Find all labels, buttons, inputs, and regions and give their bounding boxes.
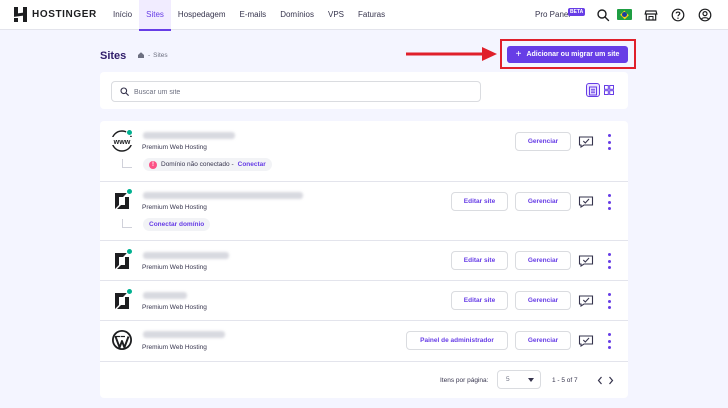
wordpress-icon [112,330,132,350]
main-nav: Início Sites Hospedagem E-mails Domínios… [106,0,392,31]
manage-button[interactable]: Gerenciar [515,251,571,270]
hosting-plan: Premium Web Hosting [142,144,207,151]
more-options-icon[interactable] [606,333,612,349]
nav-item-faturas[interactable]: Faturas [351,0,392,30]
site-row: www Premium Web Hosting ! Domínio não co… [100,121,628,182]
site-check-icon[interactable] [578,134,594,148]
add-button-label: Adicionar ou migrar um site [526,51,620,58]
tree-connector [122,159,132,168]
home-icon[interactable] [137,51,145,59]
breadcrumb: - Sites [137,51,168,59]
top-navigation: HOSTINGER Início Sites Hospedagem E-mail… [0,0,728,31]
chevron-down-icon [528,378,534,382]
status-online-dot [126,188,133,195]
brand-name: HOSTINGER [32,9,97,20]
hostinger-logo[interactable]: HOSTINGER [14,7,97,22]
status-online-dot [126,129,133,136]
more-options-icon[interactable] [606,293,612,309]
hosting-plan: Premium Web Hosting [142,344,207,351]
site-check-icon[interactable] [578,293,594,307]
add-or-migrate-site-button[interactable]: + Adicionar ou migrar um site [507,46,628,63]
site-name-redacted [143,132,235,139]
breadcrumb-current: Sites [153,51,168,59]
chevron-right-icon[interactable] [607,376,615,385]
site-row: Premium Web Hosting Painel de administra… [100,321,628,362]
page-title: Sites [100,50,127,62]
site-name-redacted [143,252,229,259]
beta-badge: BETA [568,8,586,16]
domain-status-chip: ! Domínio não conectado - Conectar [143,158,272,171]
tree-connector [122,219,132,228]
brazil-flag-icon[interactable] [617,9,632,20]
breadcrumb-separator: - [148,51,151,59]
manage-button[interactable]: Gerenciar [515,291,571,310]
warning-icon: ! [149,160,157,169]
nav-item-sites[interactable]: Sites [139,0,171,31]
more-options-icon[interactable] [606,194,612,210]
search-box[interactable] [111,81,481,102]
nav-item-emails[interactable]: E-mails [233,0,274,30]
items-per-page-label: Itens por página: [440,377,489,384]
manage-button[interactable]: Gerenciar [515,192,571,211]
account-icon[interactable] [698,8,712,22]
site-row: Premium Web Hosting Editar site Gerencia… [100,281,628,321]
grid-view-button[interactable] [602,83,616,97]
site-check-icon[interactable] [578,194,594,208]
search-input[interactable] [134,85,464,99]
edit-site-button[interactable]: Editar site [451,192,508,211]
edit-site-button[interactable]: Editar site [451,251,508,270]
domain-not-connected-text: Domínio não conectado - [161,161,234,168]
sites-list: www Premium Web Hosting ! Domínio não co… [100,121,628,398]
hosting-plan: Premium Web Hosting [142,264,207,271]
page-range: 1 - 5 of 7 [552,377,578,384]
site-row: Premium Web Hosting Editar site Gerencia… [100,241,628,281]
manage-button[interactable]: Gerenciar [515,132,571,151]
plus-icon: + [515,48,522,60]
admin-panel-button[interactable]: Painel de administrador [406,331,508,350]
site-check-icon[interactable] [578,333,594,347]
nav-item-inicio[interactable]: Início [106,0,139,30]
list-view-button[interactable] [586,83,600,97]
hostinger-logo-icon [14,7,27,22]
edit-site-button[interactable]: Editar site [451,291,508,310]
help-icon[interactable] [671,8,685,22]
nav-item-vps[interactable]: VPS [321,0,351,30]
search-card [100,72,628,109]
nav-item-hospedagem[interactable]: Hospedagem [171,0,233,30]
items-per-page-select[interactable]: 5 [497,370,541,389]
chevron-left-icon[interactable] [596,376,604,385]
svg-text:www: www [113,137,131,146]
more-options-icon[interactable] [606,134,612,150]
site-name-redacted [143,331,225,338]
site-check-icon[interactable] [578,253,594,267]
manage-button[interactable]: Gerenciar [515,331,571,350]
status-online-dot [126,248,133,255]
red-arrow-annotation [406,47,497,61]
hosting-plan: Premium Web Hosting [142,204,207,211]
store-icon[interactable] [644,8,658,22]
connect-domain-label: Conectar domínio [149,221,205,228]
site-name-redacted [143,192,303,199]
connect-domain-link[interactable]: Conectar [238,161,266,168]
grid-view-icon [604,85,614,95]
search-icon[interactable] [596,8,610,22]
search-icon [120,87,129,96]
pro-panel-link[interactable]: Pro Panel [535,10,570,19]
site-row: Premium Web Hosting Conectar domínio Edi… [100,182,628,241]
hosting-plan: Premium Web Hosting [142,304,207,311]
site-name-redacted [143,292,187,299]
more-options-icon[interactable] [606,253,612,269]
nav-item-dominios[interactable]: Domínios [273,0,321,30]
list-view-icon [589,86,597,96]
connect-domain-chip[interactable]: Conectar domínio [143,218,211,231]
items-per-page-value: 5 [506,376,510,383]
status-online-dot [126,288,133,295]
